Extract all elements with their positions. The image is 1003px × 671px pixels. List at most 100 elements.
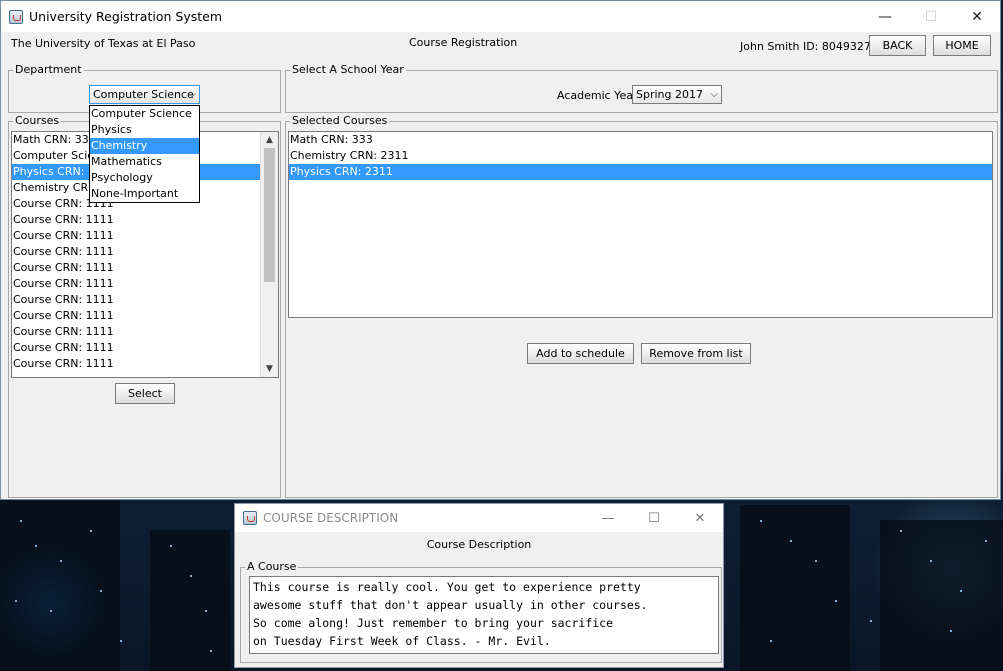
maximize-icon: ☐ <box>924 8 938 25</box>
department-option[interactable]: Chemistry <box>90 138 199 154</box>
page-title: Course Registration <box>409 36 518 49</box>
course-list-item[interactable]: Course CRN: 1111 <box>12 228 278 244</box>
city-light <box>20 520 22 522</box>
city-light <box>985 540 987 542</box>
minimize-icon: — <box>878 8 892 25</box>
city-light <box>100 590 102 592</box>
home-button[interactable]: HOME <box>933 35 991 56</box>
scroll-up-icon[interactable]: ▲ <box>261 132 278 148</box>
city-light <box>205 610 207 612</box>
main-titlebar[interactable]: University Registration System — ☐ ✕ <box>1 1 1000 32</box>
course-list-item[interactable]: Course CRN: 1111 <box>12 308 278 324</box>
university-name: The University of Texas at El Paso <box>11 37 196 50</box>
header-row: The University of Texas at El Paso Cours… <box>1 32 1000 62</box>
city-light <box>90 530 92 532</box>
city-light <box>760 520 762 522</box>
city-light <box>900 530 902 532</box>
courses-scrollbar[interactable]: ▲ ▼ <box>260 132 278 377</box>
description-heading: Course Description <box>426 538 532 551</box>
course-list-item[interactable]: Course CRN: 1111 <box>12 260 278 276</box>
close-icon: ✕ <box>694 510 706 526</box>
description-window-title: COURSE DESCRIPTION <box>263 511 399 525</box>
selected-course-item[interactable]: Chemistry CRN: 2311 <box>289 148 992 164</box>
department-label: Department <box>13 63 84 76</box>
skyline-building <box>740 505 850 671</box>
department-combo[interactable]: Computer Science ⌵ <box>89 85 200 104</box>
school-year-label: Select A School Year <box>290 63 406 76</box>
department-combo-value: Computer Science <box>93 88 194 101</box>
course-list-item[interactable]: Course CRN: 1111 <box>12 356 278 372</box>
java-app-icon <box>9 9 23 24</box>
city-light <box>835 600 837 602</box>
close-button[interactable]: ✕ <box>954 1 1000 32</box>
school-year-panel: Select A School Year Academic Year Sprin… <box>285 64 998 113</box>
selected-courses-panel: Selected Courses Math CRN: 333 Chemistry … <box>285 115 998 498</box>
back-button[interactable]: BACK <box>869 35 926 56</box>
city-light <box>120 640 122 642</box>
scroll-thumb[interactable] <box>264 148 275 282</box>
selected-course-item[interactable]: Math CRN: 333 <box>289 132 992 148</box>
selected-course-item[interactable]: Physics CRN: 2311 <box>289 164 992 180</box>
add-to-schedule-button[interactable]: Add to schedule <box>527 343 634 364</box>
academic-year-value: Spring 2017 <box>636 88 703 101</box>
city-light <box>960 590 962 592</box>
minimize-icon: — <box>601 510 615 526</box>
department-option[interactable]: Psychology <box>90 170 199 186</box>
department-option[interactable]: None-Important <box>90 186 199 202</box>
selected-courses-list[interactable]: Math CRN: 333 Chemistry CRN: 2311 Physics … <box>288 131 993 318</box>
city-light <box>190 575 192 577</box>
department-option[interactable]: Computer Science <box>90 106 199 122</box>
course-list-item[interactable]: Course CRN: 1111 <box>12 324 278 340</box>
city-light <box>50 610 52 612</box>
course-list-item[interactable]: Course CRN: 1111 <box>12 212 278 228</box>
course-description-window: COURSE DESCRIPTION — ☐ ✕ Course Descript… <box>234 503 724 668</box>
main-window: University Registration System — ☐ ✕ The… <box>0 0 1001 500</box>
academic-year-label: Academic Year <box>557 89 638 102</box>
department-option[interactable]: Physics <box>90 122 199 138</box>
city-light <box>790 540 792 542</box>
window-title: University Registration System <box>29 9 222 24</box>
description-titlebar[interactable]: COURSE DESCRIPTION — ☐ ✕ <box>235 504 723 532</box>
selected-courses-label: Selected Courses <box>290 114 390 127</box>
a-course-label: A Course <box>245 560 299 573</box>
skyline-building <box>880 520 1003 671</box>
selected-courses-rows: Math CRN: 333 Chemistry CRN: 2311 Physics … <box>289 132 992 180</box>
close-button[interactable]: ✕ <box>677 504 723 532</box>
city-light <box>35 545 37 547</box>
city-light <box>60 560 62 562</box>
city-light <box>815 560 817 562</box>
close-icon: ✕ <box>971 8 983 25</box>
maximize-button[interactable]: ☐ <box>908 1 954 32</box>
user-info: John Smith ID: 80493277 <box>740 40 878 53</box>
description-window-controls: — ☐ ✕ <box>585 504 723 535</box>
city-light <box>210 650 212 652</box>
select-button[interactable]: Select <box>115 383 175 404</box>
skyline-building <box>0 500 120 671</box>
city-light <box>950 630 952 632</box>
skyline-building <box>150 530 230 671</box>
desktop-background: University Registration System — ☐ ✕ The… <box>0 0 1003 671</box>
remove-from-list-button[interactable]: Remove from list <box>641 343 751 364</box>
city-light <box>170 545 172 547</box>
minimize-button[interactable]: — <box>862 1 908 32</box>
scroll-down-icon[interactable]: ▼ <box>261 361 278 377</box>
minimize-button[interactable]: — <box>585 504 631 532</box>
course-list-item[interactable]: Course CRN: 1111 <box>12 292 278 308</box>
department-dropdown-popup[interactable]: Computer Science Physics Chemistry Mathemat… <box>89 105 200 203</box>
department-option[interactable]: Mathematics <box>90 154 199 170</box>
course-list-item[interactable]: Course CRN: 1111 <box>12 276 278 292</box>
java-app-icon <box>243 511 257 525</box>
city-light <box>770 640 772 642</box>
maximize-button[interactable]: ☐ <box>631 504 677 532</box>
city-light <box>930 560 932 562</box>
description-textarea[interactable]: This course is really cool. You get to e… <box>249 576 719 654</box>
course-list-item[interactable]: Course CRN: 1111 <box>12 340 278 356</box>
chevron-down-icon: ⌵ <box>188 89 196 100</box>
window-controls: — ☐ ✕ <box>862 1 1000 32</box>
city-light <box>870 620 872 622</box>
maximize-icon: ☐ <box>648 510 660 526</box>
city-light <box>15 600 17 602</box>
academic-year-combo[interactable]: Spring 2017 ⌵ <box>632 85 722 104</box>
course-list-item[interactable]: Course CRN: 1111 <box>12 244 278 260</box>
chevron-down-icon: ⌵ <box>710 89 718 100</box>
